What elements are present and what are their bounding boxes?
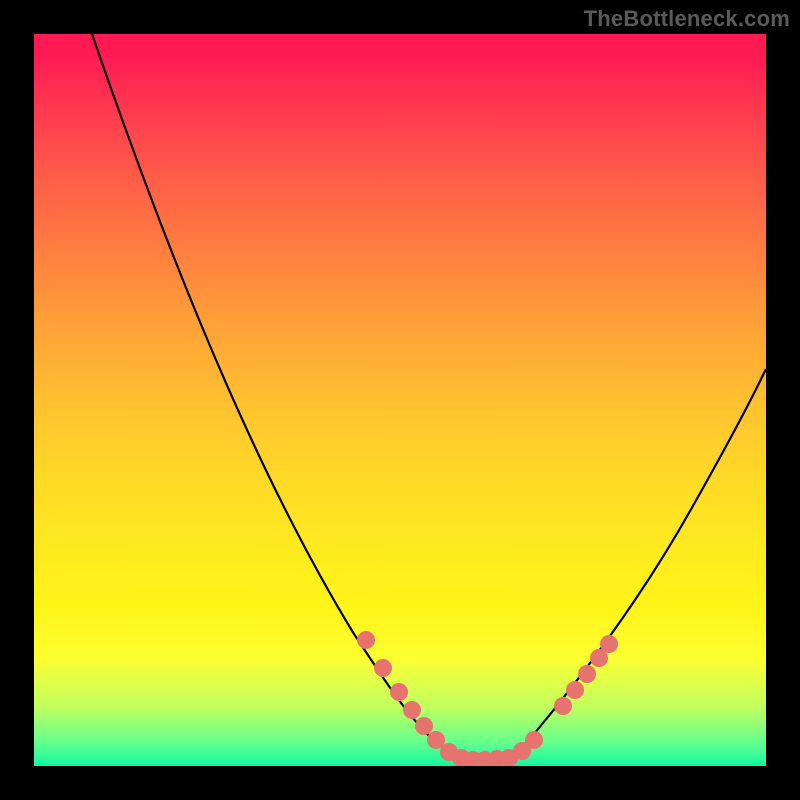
highlight-dot <box>374 659 392 677</box>
highlight-dot <box>554 697 572 715</box>
plot-area <box>34 34 766 766</box>
highlight-markers <box>357 631 618 766</box>
chart-svg <box>34 34 766 766</box>
highlight-dot <box>390 683 408 701</box>
highlight-dot <box>600 635 618 653</box>
highlight-dot <box>357 631 375 649</box>
curve-group <box>92 34 766 759</box>
highlight-dot <box>566 681 584 699</box>
highlight-dot <box>578 665 596 683</box>
watermark-text: TheBottleneck.com <box>584 6 790 32</box>
chart-frame: TheBottleneck.com <box>0 0 800 800</box>
highlight-dot <box>415 717 433 735</box>
bottleneck-curve <box>92 34 766 759</box>
highlight-dot <box>403 701 421 719</box>
highlight-dot <box>525 731 543 749</box>
